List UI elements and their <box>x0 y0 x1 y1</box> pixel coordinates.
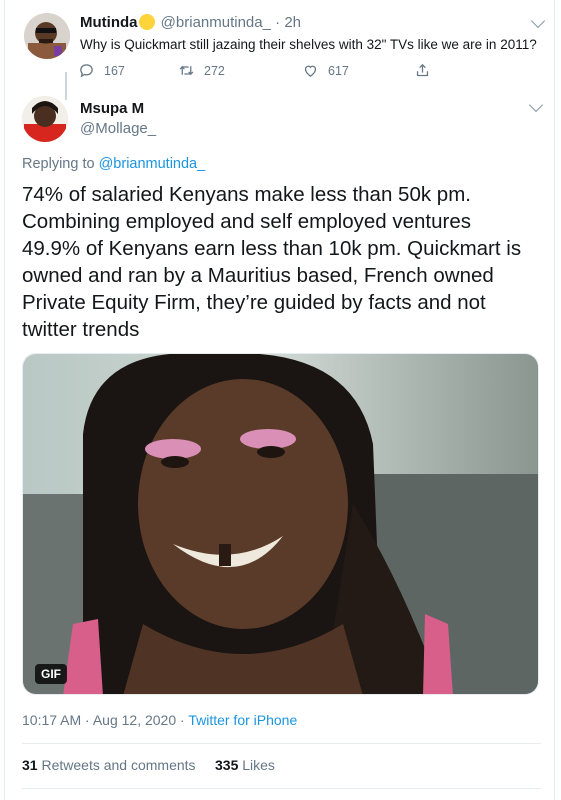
share-icon <box>416 63 429 77</box>
tweet-text-line: 49.9% of Kenyans earn less than 10k pm. … <box>22 237 522 260</box>
like-icon <box>304 65 317 77</box>
tweet-text-line: Combining employed and self employed ven… <box>22 210 471 233</box>
likes-count: 335 <box>215 757 239 773</box>
tweet-author-avatar[interactable] <box>22 96 68 142</box>
share-button[interactable] <box>414 62 440 79</box>
tweet-gif-media[interactable]: GIF <box>22 353 539 695</box>
tweet-text-line: 74% of salaried Kenyans make less than 5… <box>22 183 471 206</box>
reply-icon <box>80 64 93 78</box>
tweet-text-line: owned and ran by a Mauritius based, Fren… <box>22 264 494 287</box>
verified-badge-icon <box>138 14 155 30</box>
divider <box>22 788 541 789</box>
tweet-text-line: twitter trends <box>22 318 140 341</box>
reply-button[interactable]: 167 <box>78 62 125 79</box>
parent-tweet-header: Mutinda @brianmutinda_ · 2h <box>80 14 301 32</box>
gif-badge: GIF <box>35 664 67 684</box>
tweet-source-link[interactable]: Twitter for iPhone <box>188 712 297 728</box>
tweet-meta: 10:17 AM · Aug 12, 2020 · Twitter for iP… <box>22 712 297 728</box>
retweet-button[interactable]: 272 <box>178 62 225 79</box>
parent-handle[interactable]: @brianmutinda_ <box>161 14 271 31</box>
header-separator: · <box>275 14 281 31</box>
like-count: 617 <box>328 63 349 78</box>
retweets-count: 31 <box>22 757 38 773</box>
divider <box>22 743 541 744</box>
likes-stat[interactable]: 335 Likes <box>215 757 275 773</box>
retweets-stat[interactable]: 31 Retweets and comments <box>22 757 196 773</box>
replying-to-link[interactable]: @brianmutinda_ <box>99 156 206 172</box>
retweet-count: 272 <box>204 63 225 78</box>
gif-preview-image <box>23 354 538 694</box>
parent-time[interactable]: 2h <box>284 14 301 31</box>
tweet-author-name[interactable]: Msupa M <box>80 100 144 117</box>
tweet-timestamp[interactable]: 10:17 AM · Aug 12, 2020 · <box>22 712 188 728</box>
retweet-icon <box>179 66 194 75</box>
parent-tweet[interactable]: Mutinda @brianmutinda_ · 2h Why is Quick… <box>20 10 549 100</box>
parent-avatar[interactable] <box>24 13 70 59</box>
tweet-author-handle[interactable]: @Mollage_ <box>80 120 156 137</box>
likes-label: Likes <box>242 757 275 773</box>
parent-action-bar: 167 272 617 <box>78 62 498 82</box>
tweet-stats: 31 Retweets and comments 335 Likes <box>22 757 275 773</box>
more-chevron-icon[interactable] <box>530 13 546 29</box>
thread-connector-line <box>65 72 67 100</box>
parent-display-name[interactable]: Mutinda <box>80 14 138 31</box>
parent-tweet-text: Why is Quickmart still jazaing their she… <box>80 37 537 52</box>
retweets-label: Retweets and comments <box>41 757 196 773</box>
tweet-text-line: Private Equity Firm, they’re guided by f… <box>22 291 486 314</box>
replying-to-line: Replying to @brianmutinda_ <box>22 156 205 172</box>
reply-count: 167 <box>104 63 125 78</box>
replying-prefix: Replying to <box>22 156 99 172</box>
like-button[interactable]: 617 <box>302 62 349 79</box>
tweet-text: 74% of salaried Kenyans make less than 5… <box>22 181 542 343</box>
